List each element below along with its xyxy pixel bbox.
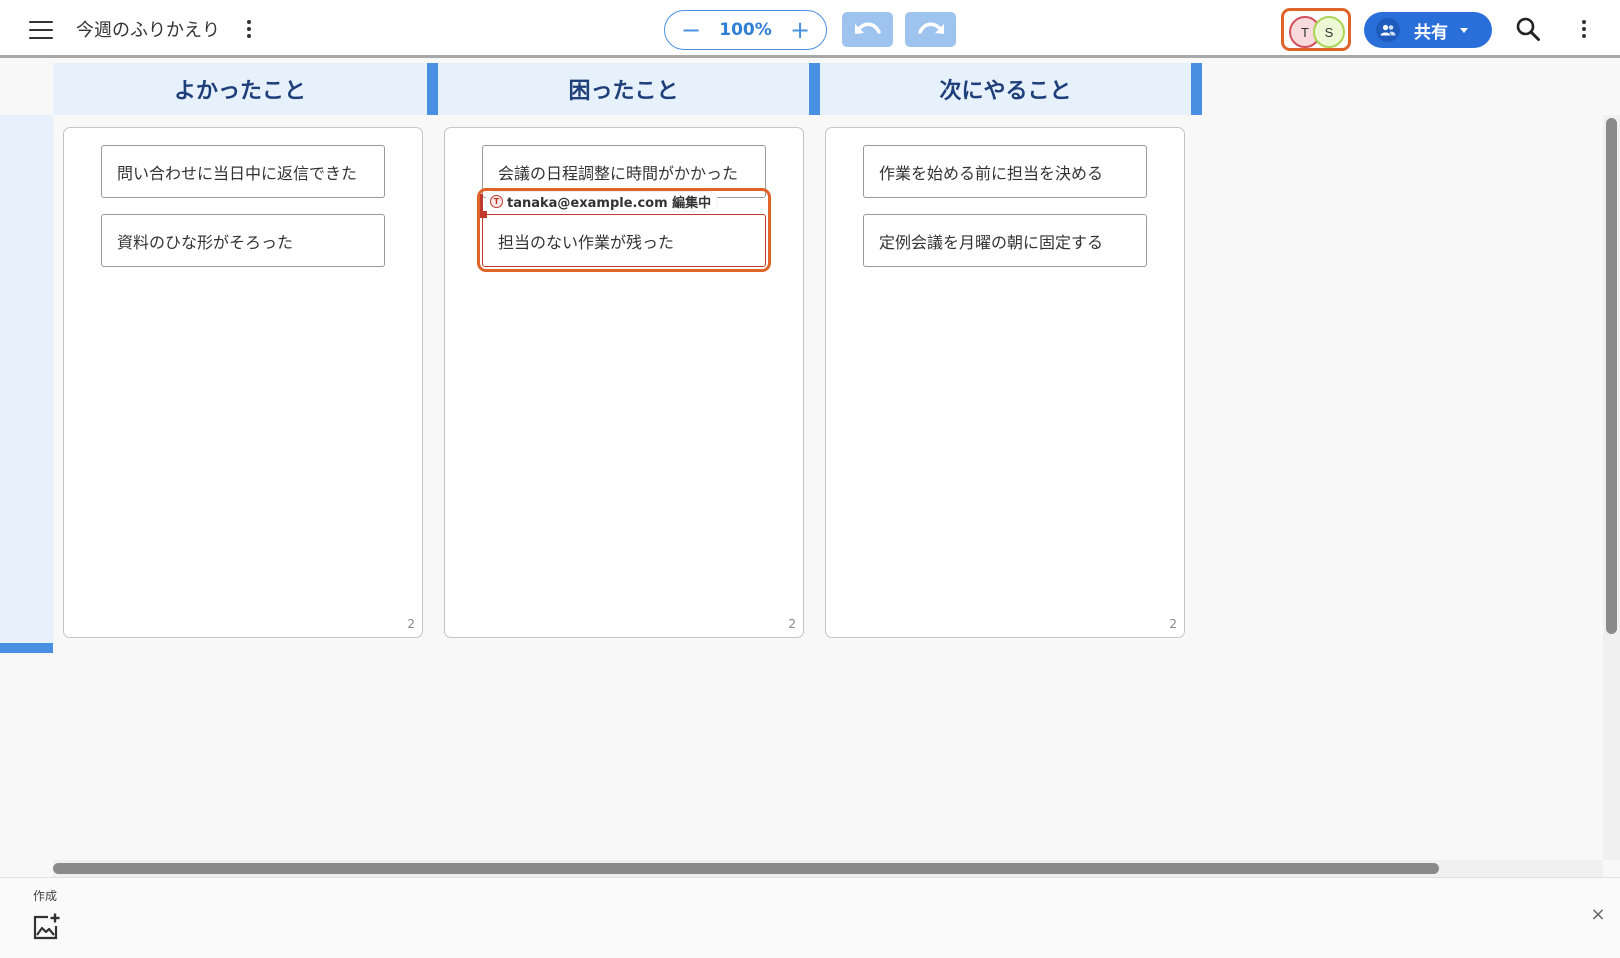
redo-icon <box>917 22 944 34</box>
dropdown-caret-icon <box>1460 27 1468 33</box>
editor-avatar: T <box>490 195 503 208</box>
zoom-out-button[interactable]: − <box>679 18 703 42</box>
create-panel: 作成 × <box>0 877 1620 958</box>
card[interactable]: 定例会議を月曜の朝に固定する <box>863 214 1147 267</box>
left-gutter-indicator <box>0 643 53 653</box>
card[interactable]: 作業を始める前に担当を決める <box>863 145 1147 198</box>
editing-cursor-handle <box>480 211 487 218</box>
column-divider[interactable] <box>1191 63 1202 115</box>
card-count: 2 <box>1169 617 1177 631</box>
search-button[interactable] <box>1510 13 1546 45</box>
editing-label: tanaka@example.com 編集中 <box>507 196 712 211</box>
vertical-scrollbar-thumb[interactable] <box>1606 118 1617 634</box>
menu-button[interactable] <box>22 14 60 46</box>
undo-icon <box>854 22 881 34</box>
editing-user-tag: T tanaka@example.com 編集中 <box>486 192 718 211</box>
column-good[interactable]: 問い合わせに当日中に返信できた 資料のひな形がそろった 2 <box>63 127 423 638</box>
menu-icon <box>29 21 53 39</box>
card[interactable]: 問い合わせに当日中に返信できた <box>101 145 385 198</box>
more-vert-icon <box>247 20 251 24</box>
board-more-button[interactable] <box>237 14 261 44</box>
zoom-level[interactable]: 100% <box>719 20 772 40</box>
share-button[interactable]: 共有 <box>1364 12 1492 48</box>
top-bar: 今週のふりかえり − 100% + T S 共有 <box>0 0 1620 58</box>
search-icon <box>1516 17 1540 41</box>
zoom-in-button[interactable]: + <box>788 18 812 42</box>
more-vert-icon <box>1582 20 1586 24</box>
card[interactable]: 資料のひな形がそろった <box>101 214 385 267</box>
share-label: 共有 <box>1414 22 1448 43</box>
horizontal-scrollbar-thumb[interactable] <box>53 863 1439 874</box>
card-count: 2 <box>407 617 415 631</box>
add-image-icon <box>33 913 60 940</box>
avatar[interactable]: S <box>1313 16 1345 48</box>
undo-button[interactable] <box>842 12 893 47</box>
column-header-next[interactable]: 次にやること <box>820 63 1191 115</box>
column-header-trouble[interactable]: 困ったこと <box>438 63 809 115</box>
left-gutter <box>0 115 53 643</box>
column-header-good[interactable]: よかったこと <box>53 63 427 115</box>
people-icon <box>1376 18 1400 42</box>
redo-button[interactable] <box>905 12 956 47</box>
board-title[interactable]: 今週のふりかえり <box>76 16 220 42</box>
card-count: 2 <box>788 617 796 631</box>
create-panel-title: 作成 <box>33 889 58 903</box>
zoom-control: − 100% + <box>664 10 827 50</box>
close-icon[interactable]: × <box>1586 902 1610 926</box>
column-divider[interactable] <box>427 63 438 115</box>
active-users[interactable]: T S <box>1281 8 1351 51</box>
column-next[interactable]: 作業を始める前に担当を決める 定例会議を月曜の朝に固定する 2 <box>825 127 1185 638</box>
add-image-button[interactable] <box>31 912 61 942</box>
column-divider[interactable] <box>809 63 820 115</box>
more-options-button[interactable] <box>1572 14 1596 44</box>
